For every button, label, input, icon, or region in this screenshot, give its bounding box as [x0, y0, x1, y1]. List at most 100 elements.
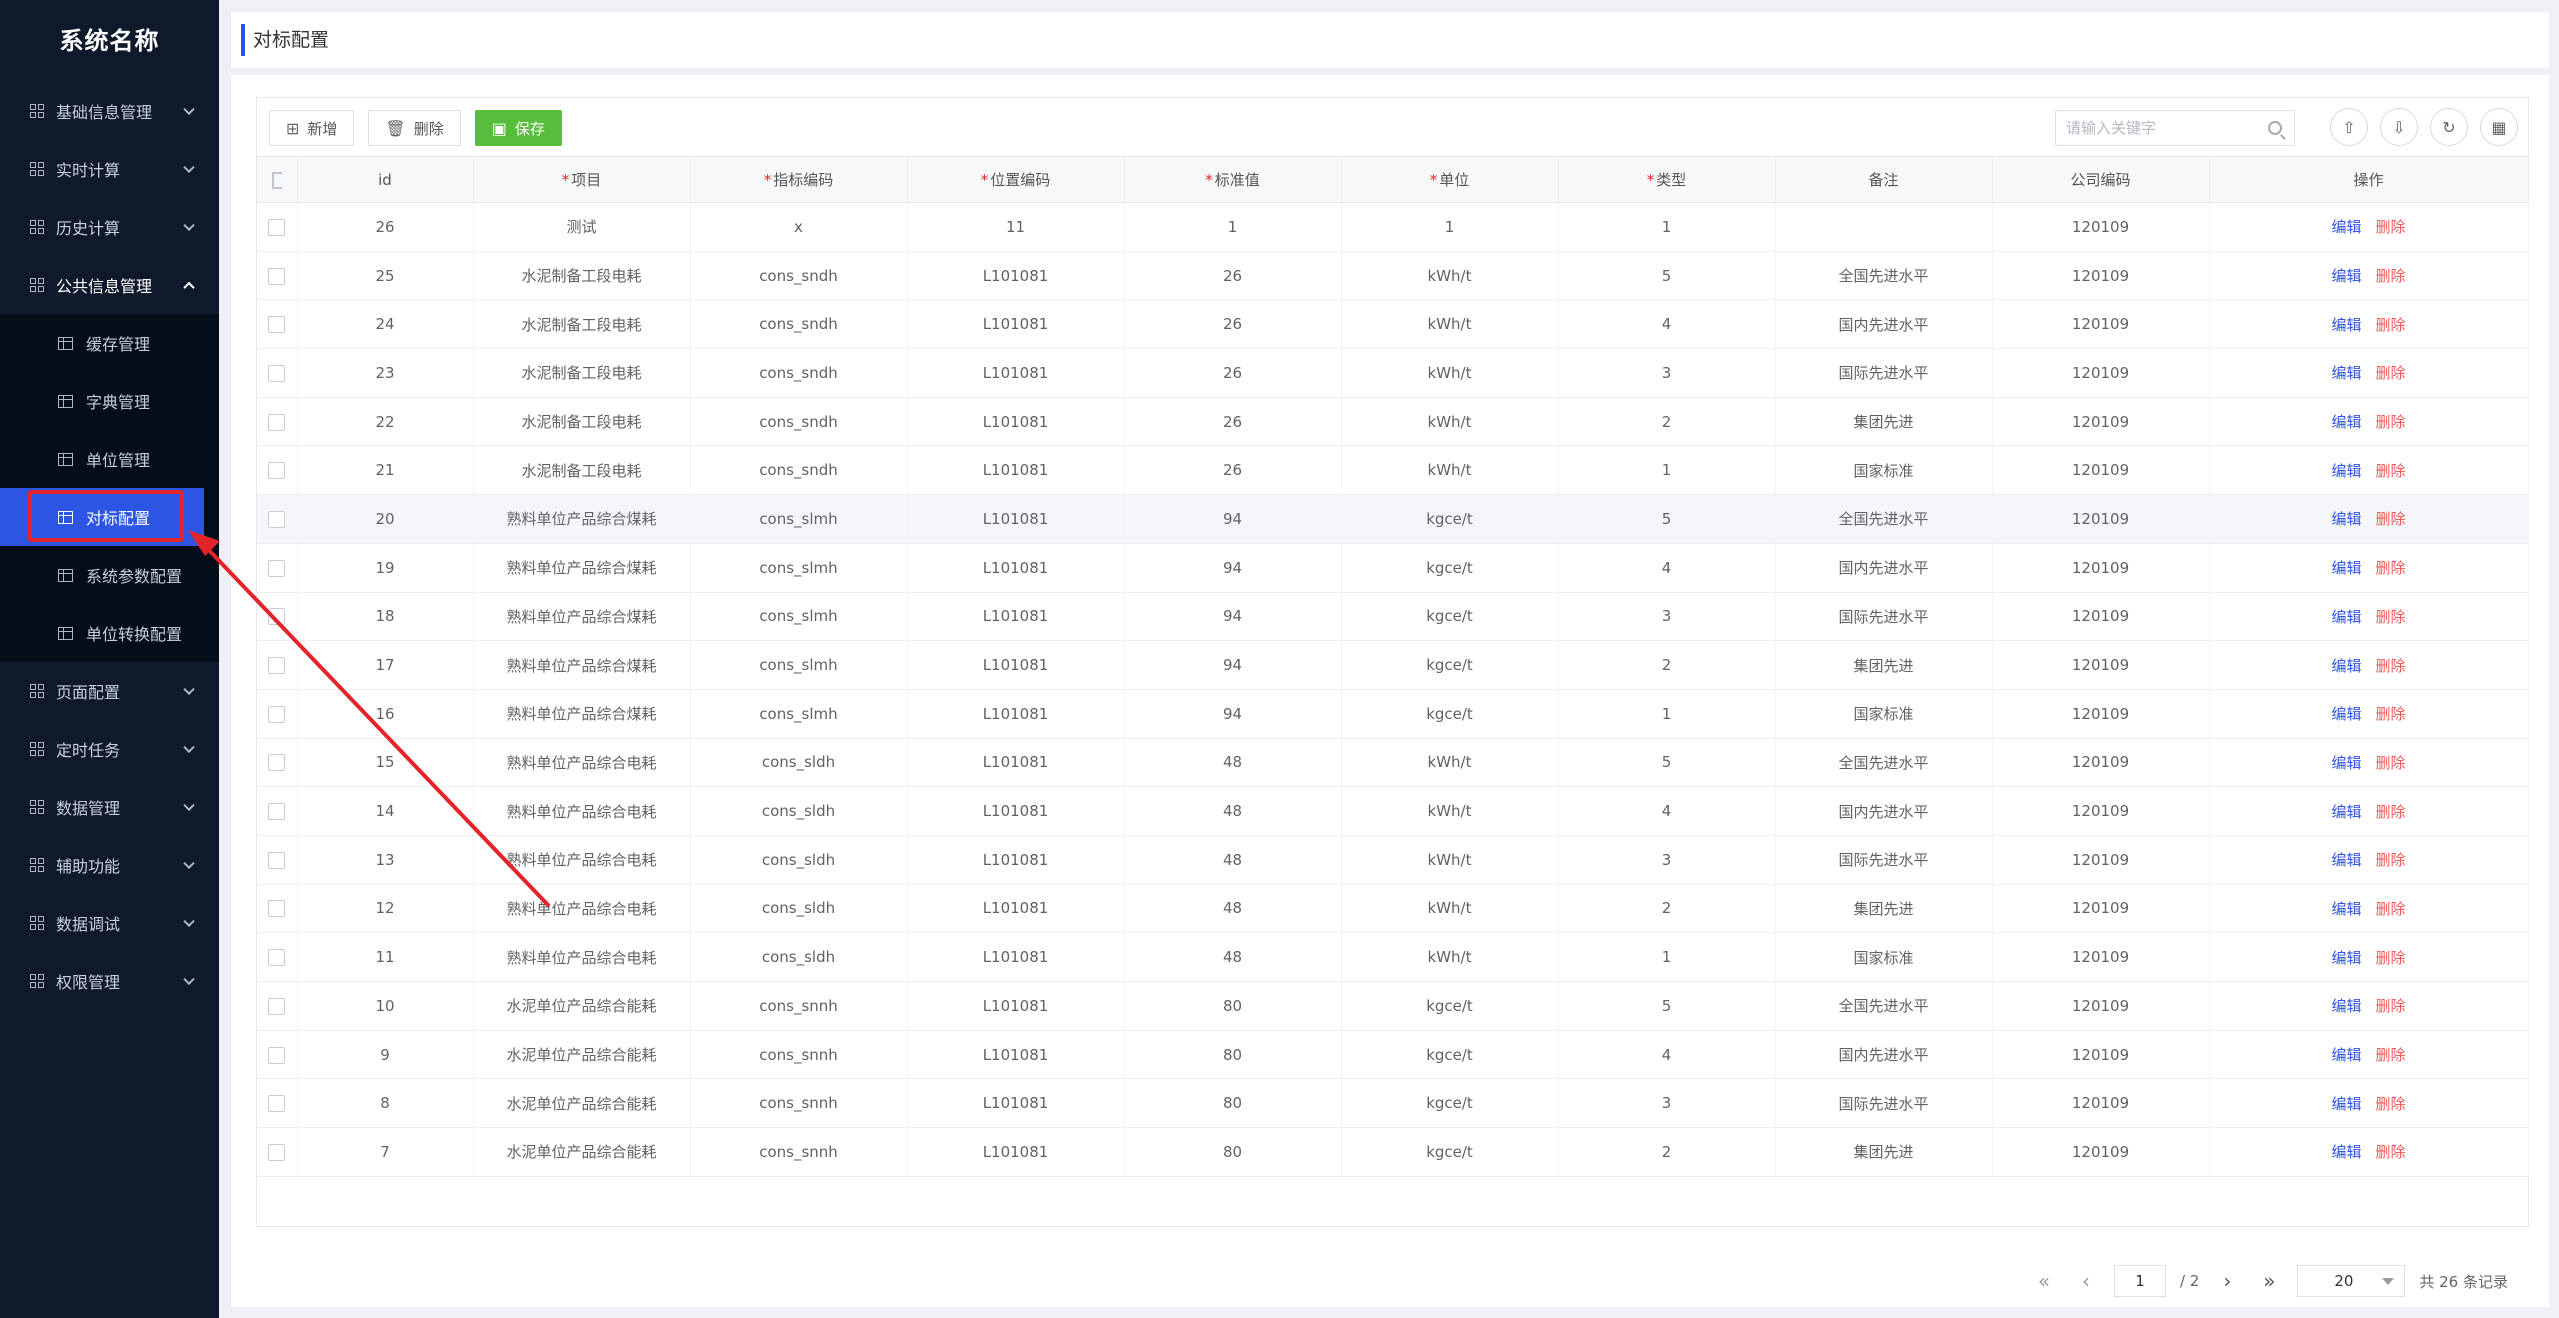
next-page-icon[interactable]: ›: [2213, 1266, 2241, 1296]
edit-link[interactable]: 编辑: [2331, 510, 2361, 528]
edit-link[interactable]: 编辑: [2331, 997, 2361, 1015]
table-row[interactable]: 7 水泥单位产品综合能耗 cons_snnh L101081 80 kgce/t 2 集团先进…: [257, 1127, 2529, 1177]
delete-link[interactable]: 删除: [2376, 364, 2406, 382]
table-row[interactable]: 17 熟料单位产品综合煤耗 cons_slmh L101081 94 kgce/t 2 集团先…: [257, 640, 2529, 690]
column-header-id[interactable]: id: [297, 156, 474, 203]
column-header-type[interactable]: * 类型: [1558, 156, 1776, 203]
submenu-item-unit[interactable]: 单位管理: [0, 430, 219, 488]
menu-item-permissions[interactable]: 权限管理: [0, 952, 219, 1010]
column-header-remark[interactable]: 备注: [1775, 156, 1993, 203]
add-button[interactable]: ⊞ 新增: [269, 110, 355, 146]
row-checkbox[interactable]: [268, 559, 286, 577]
table-row[interactable]: 19 熟料单位产品综合煤耗 cons_slmh L101081 94 kgce/t 4 国内先…: [257, 543, 2529, 593]
edit-link[interactable]: 编辑: [2331, 218, 2361, 236]
row-checkbox[interactable]: [268, 413, 286, 431]
menu-item-history-calc[interactable]: 历史计算: [0, 198, 219, 256]
edit-link[interactable]: 编辑: [2331, 413, 2361, 431]
edit-link[interactable]: 编辑: [2331, 754, 2361, 772]
table-row[interactable]: 13 熟料单位产品综合电耗 cons_sldh L101081 48 kWh/t 3 国际先进…: [257, 835, 2529, 885]
delete-link[interactable]: 删除: [2376, 462, 2406, 480]
table-row[interactable]: 26 测试 x 11 1 1 1 120109 编辑 删除: [257, 202, 2529, 252]
edit-link[interactable]: 编辑: [2331, 900, 2361, 918]
menu-item-data-management[interactable]: 数据管理: [0, 778, 219, 836]
delete-link[interactable]: 删除: [2376, 997, 2406, 1015]
row-checkbox[interactable]: [268, 1143, 286, 1161]
menu-item-auxiliary[interactable]: 辅助功能: [0, 836, 219, 894]
edit-link[interactable]: 编辑: [2331, 608, 2361, 626]
table-row[interactable]: 9 水泥单位产品综合能耗 cons_snnh L101081 80 kgce/t 4 国内先进…: [257, 1030, 2529, 1080]
last-page-icon[interactable]: »: [2255, 1266, 2283, 1296]
menu-item-page-config[interactable]: 页面配置: [0, 662, 219, 720]
delete-link[interactable]: 删除: [2376, 705, 2406, 723]
row-checkbox[interactable]: [268, 1046, 286, 1064]
edit-link[interactable]: 编辑: [2331, 559, 2361, 577]
page-size-select[interactable]: 20: [2297, 1265, 2406, 1297]
delete-link[interactable]: 删除: [2376, 657, 2406, 675]
edit-link[interactable]: 编辑: [2331, 851, 2361, 869]
menu-item-data-debug[interactable]: 数据调试: [0, 894, 219, 952]
first-page-icon[interactable]: «: [2030, 1266, 2058, 1296]
delete-link[interactable]: 删除: [2376, 267, 2406, 285]
page-number-input[interactable]: [2114, 1265, 2166, 1297]
table-row[interactable]: 8 水泥单位产品综合能耗 cons_snnh L101081 80 kgce/t 3 国际先进…: [257, 1078, 2529, 1129]
edit-link[interactable]: 编辑: [2331, 1046, 2361, 1064]
select-all-checkbox[interactable]: [257, 156, 298, 203]
delete-link[interactable]: 删除: [2376, 803, 2406, 821]
delete-link[interactable]: 删除: [2376, 510, 2406, 528]
column-header-standard-value[interactable]: * 标准值: [1124, 156, 1342, 203]
upload-icon[interactable]: ⇧: [2330, 108, 2368, 146]
menu-item-realtime-calc[interactable]: 实时计算: [0, 140, 219, 198]
column-header-company-code[interactable]: 公司编码: [1992, 156, 2210, 203]
row-checkbox[interactable]: [268, 1095, 286, 1113]
table-row[interactable]: 24 水泥制备工段电耗 cons_sndh L101081 26 kWh/t 4 国内先进水平…: [257, 299, 2529, 350]
delete-link[interactable]: 删除: [2376, 316, 2406, 334]
delete-link[interactable]: 删除: [2376, 559, 2406, 577]
delete-link[interactable]: 删除: [2376, 1143, 2406, 1161]
menu-item-public-info[interactable]: 公共信息管理: [0, 256, 219, 314]
row-checkbox[interactable]: [268, 705, 286, 723]
edit-link[interactable]: 编辑: [2331, 316, 2361, 334]
edit-link[interactable]: 编辑: [2331, 462, 2361, 480]
column-header-item[interactable]: * 项目: [473, 156, 691, 203]
search-icon[interactable]: [2268, 121, 2282, 135]
menu-item-basic-info[interactable]: 基础信息管理: [0, 82, 219, 140]
submenu-item-benchmark-config[interactable]: 对标配置: [0, 488, 204, 546]
edit-link[interactable]: 编辑: [2331, 705, 2361, 723]
row-checkbox[interactable]: [268, 754, 286, 772]
table-row[interactable]: 25 水泥制备工段电耗 cons_sndh L101081 26 kWh/t 5 全国先进水平…: [257, 251, 2529, 301]
submenu-item-cache[interactable]: 缓存管理: [0, 314, 219, 372]
column-header-location-code[interactable]: * 位置编码: [907, 156, 1125, 203]
row-checkbox[interactable]: [268, 949, 286, 967]
edit-link[interactable]: 编辑: [2331, 1143, 2361, 1161]
table-row[interactable]: 11 熟料单位产品综合电耗 cons_sldh L101081 48 kWh/t 1 国家标准…: [257, 932, 2529, 982]
row-checkbox[interactable]: [268, 364, 286, 382]
table-row[interactable]: 20 熟料单位产品综合煤耗 cons_slmh L101081 94 kgce/t 5 全国先…: [257, 494, 2529, 544]
submenu-item-unit-conversion[interactable]: 单位转换配置: [0, 604, 219, 662]
submenu-item-system-params[interactable]: 系统参数配置: [0, 546, 219, 604]
table-row[interactable]: 22 水泥制备工段电耗 cons_sndh L101081 26 kWh/t 2 集团先进 12…: [257, 397, 2529, 447]
row-checkbox[interactable]: [268, 803, 286, 821]
row-checkbox[interactable]: [268, 608, 286, 626]
delete-button[interactable]: 🗑 删除: [368, 110, 461, 146]
refresh-icon[interactable]: ↻: [2430, 108, 2468, 146]
row-checkbox[interactable]: [268, 316, 286, 334]
row-checkbox[interactable]: [268, 900, 286, 918]
delete-link[interactable]: 删除: [2376, 754, 2406, 772]
row-checkbox[interactable]: [268, 267, 286, 285]
row-checkbox[interactable]: [268, 510, 286, 528]
table-row[interactable]: 23 水泥制备工段电耗 cons_sndh L101081 26 kWh/t 3 国际先进水平…: [257, 348, 2529, 398]
edit-link[interactable]: 编辑: [2331, 1095, 2361, 1113]
delete-link[interactable]: 删除: [2376, 949, 2406, 967]
search-input[interactable]: [2056, 111, 2256, 145]
delete-link[interactable]: 删除: [2376, 1095, 2406, 1113]
delete-link[interactable]: 删除: [2376, 413, 2406, 431]
table-row[interactable]: 14 熟料单位产品综合电耗 cons_sldh L101081 48 kWh/t 4 国内先进…: [257, 786, 2529, 836]
row-checkbox[interactable]: [268, 657, 286, 675]
delete-link[interactable]: 删除: [2376, 218, 2406, 236]
row-checkbox[interactable]: [268, 218, 286, 236]
delete-link[interactable]: 删除: [2376, 900, 2406, 918]
delete-link[interactable]: 删除: [2376, 1046, 2406, 1064]
edit-link[interactable]: 编辑: [2331, 657, 2361, 675]
prev-page-icon[interactable]: ‹: [2072, 1266, 2100, 1296]
edit-link[interactable]: 编辑: [2331, 803, 2361, 821]
